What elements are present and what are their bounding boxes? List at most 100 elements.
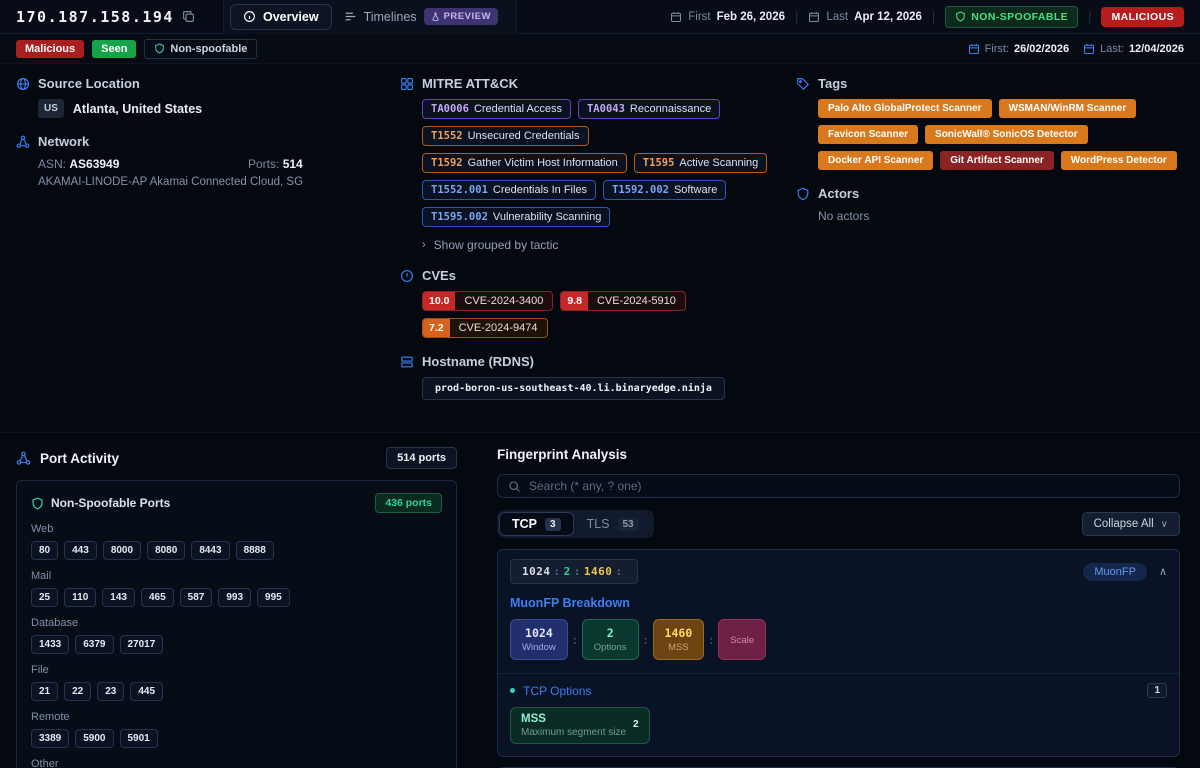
technique-name: Credential Access	[474, 103, 562, 115]
technique-id: TA0043	[587, 103, 625, 115]
section-title: CVEs	[422, 268, 456, 283]
fingerprint-code: 1024:2:1460:	[510, 559, 638, 584]
cve-badge[interactable]: 9.8CVE-2024-5910	[560, 291, 686, 311]
non-spoofable-badge: NON-SPOOFABLE	[945, 6, 1078, 28]
port-chip: 80	[31, 541, 58, 560]
port-group: Remote338959005901	[31, 711, 442, 748]
muonfp-link[interactable]: MuonFP	[1083, 563, 1147, 581]
search-input[interactable]	[529, 479, 1169, 493]
port-group-label: Remote	[31, 711, 442, 723]
tab-timelines[interactable]: Timelines PREVIEW	[332, 3, 510, 30]
port-chip: 5901	[120, 729, 158, 748]
port-chip: 22	[64, 682, 91, 701]
tag-badge[interactable]: WSMAN/WinRM Scanner	[999, 99, 1137, 118]
port-chip: 8443	[191, 541, 229, 560]
tag-badge[interactable]: Git Artifact Scanner	[940, 151, 1054, 170]
tab-overview[interactable]: Overview	[230, 4, 332, 30]
mitre-badge-list: TA0006Credential Access TA0043Reconnaissa…	[422, 99, 796, 227]
port-group-label: Database	[31, 617, 442, 629]
copy-icon[interactable]	[182, 10, 195, 23]
tile-value: 2	[607, 626, 614, 640]
technique-name: Software	[674, 184, 717, 196]
breakdown-tile-mss: 1460 MSS	[653, 619, 705, 660]
calendar-icon	[808, 11, 820, 23]
cve-score: 10.0	[423, 292, 455, 310]
tag-badge[interactable]: WordPress Detector	[1061, 151, 1177, 170]
port-group: Database 1433637927017	[31, 617, 442, 654]
port-chip-row: 1433637927017	[31, 635, 442, 654]
last-seen: Last Apr 12, 2026	[808, 11, 922, 23]
timelines-icon	[344, 10, 357, 23]
statusrow-dates: First: 26/02/2026 Last: 12/04/2026	[968, 43, 1184, 55]
cve-badge[interactable]: 7.2CVE-2024-9474	[422, 318, 548, 338]
section-title: Tags	[818, 76, 847, 91]
shield-icon	[955, 11, 966, 22]
tab-tcp[interactable]: TCP3	[500, 513, 573, 535]
country-code-badge: US	[38, 99, 64, 118]
technique-name: Vulnerability Scanning	[493, 211, 601, 223]
mitre-technique-badge[interactable]: T1595Active Scanning	[634, 153, 768, 173]
preview-badge: PREVIEW	[424, 8, 498, 25]
mitre-technique-badge[interactable]: T1552Unsecured Credentials	[422, 126, 589, 146]
port-chip: 8888	[236, 541, 274, 560]
fingerprint-tab-row: TCP3TLS53 Collapse All ∨	[497, 510, 1180, 538]
tag-badge[interactable]: Favicon Scanner	[818, 125, 918, 144]
tag-icon	[796, 77, 810, 91]
port-chip: 25	[31, 588, 58, 607]
calendar-icon	[670, 11, 682, 23]
tile-value: 1460	[665, 626, 693, 640]
tab-tls[interactable]: TLS53	[575, 513, 651, 535]
tile-separator: :	[709, 633, 713, 647]
tag-badge-list: Palo Alto GlobalProtect Scanner WSMAN/Win…	[818, 99, 1184, 170]
mitre-technique-badge[interactable]: TA0043Reconnaissance	[578, 99, 720, 119]
cve-id: CVE-2024-9474	[450, 319, 547, 337]
port-count-badge: 436 ports	[375, 493, 442, 513]
port-group: Other71115192637495365666782858688899091…	[31, 758, 442, 768]
ip-address: 170.187.158.194	[16, 8, 174, 26]
network-icon	[16, 135, 30, 149]
tab-count-badge: 53	[618, 518, 639, 531]
hostname-value: prod-boron-us-southeast-40.li.binaryedge…	[422, 377, 725, 400]
mitre-technique-badge[interactable]: T1592.002Software	[603, 180, 726, 200]
fingerprint-title: Fingerprint Analysis	[497, 447, 1180, 462]
chevron-up-icon[interactable]: ∧	[1159, 565, 1167, 578]
cve-badge[interactable]: 10.0CVE-2024-3400	[422, 291, 553, 311]
first-date: First: 26/02/2026	[968, 43, 1070, 55]
port-chip-row: 804438000808084438888	[31, 541, 442, 560]
port-group-label: File	[31, 664, 442, 676]
collapse-all-button[interactable]: Collapse All ∨	[1082, 512, 1180, 536]
port-activity-title: Port Activity	[40, 451, 119, 466]
port-chip: 445	[130, 682, 163, 701]
tab-label: Overview	[263, 10, 319, 24]
tile-label: Window	[522, 642, 556, 653]
breakdown-tiles: 1024Window:2Options:1460MSS:Scale	[510, 619, 1167, 660]
tag-badge[interactable]: Docker API Scanner	[818, 151, 933, 170]
mitre-technique-badge[interactable]: T1552.001Credentials In Files	[422, 180, 596, 200]
tag-badge[interactable]: SonicWall® SonicOS Detector	[925, 125, 1088, 144]
port-group: Web804438000808084438888	[31, 523, 442, 560]
main-content: Port Activity 514 ports Non-Spoofable Po…	[0, 433, 1200, 768]
tab-count-badge: 3	[545, 518, 561, 531]
mitre-technique-badge[interactable]: T1595.002 Vulnerability Scanning	[422, 207, 610, 227]
show-grouped-toggle[interactable]: › Show grouped by tactic	[422, 238, 796, 252]
technique-id: T1595.002	[431, 211, 488, 223]
options-count-badge: 1	[1147, 683, 1167, 698]
port-group-label: Web	[31, 523, 442, 535]
status-row: Malicious Seen Non-spoofable First: 26/0…	[0, 34, 1200, 64]
grid-icon	[400, 77, 414, 91]
port-chip: 587	[180, 588, 213, 607]
mitre-technique-badge[interactable]: TA0006Credential Access	[422, 99, 571, 119]
network-section: Network ASN: AS63949 Ports: 514 AKAMAI-L…	[16, 134, 400, 188]
tile-label: MSS	[668, 642, 689, 653]
asn-value: AS63949	[69, 157, 119, 171]
tile-value: 1024	[525, 626, 553, 640]
port-activity-column: Port Activity 514 ports Non-Spoofable Po…	[16, 447, 457, 768]
mitre-section: MITRE ATT&CK TA0006Credential AccessTA00…	[400, 76, 796, 252]
network-org: AKAMAI-LINODE-AP Akamai Connected Cloud,…	[38, 176, 400, 188]
mitre-technique-badge[interactable]: T1592Gather Victim Host Information	[422, 153, 627, 173]
port-chip: 465	[141, 588, 174, 607]
search-icon	[508, 480, 521, 493]
tag-badge[interactable]: Palo Alto GlobalProtect Scanner	[818, 99, 992, 118]
port-group: File212223445	[31, 664, 442, 701]
section-title: Actors	[818, 186, 859, 201]
